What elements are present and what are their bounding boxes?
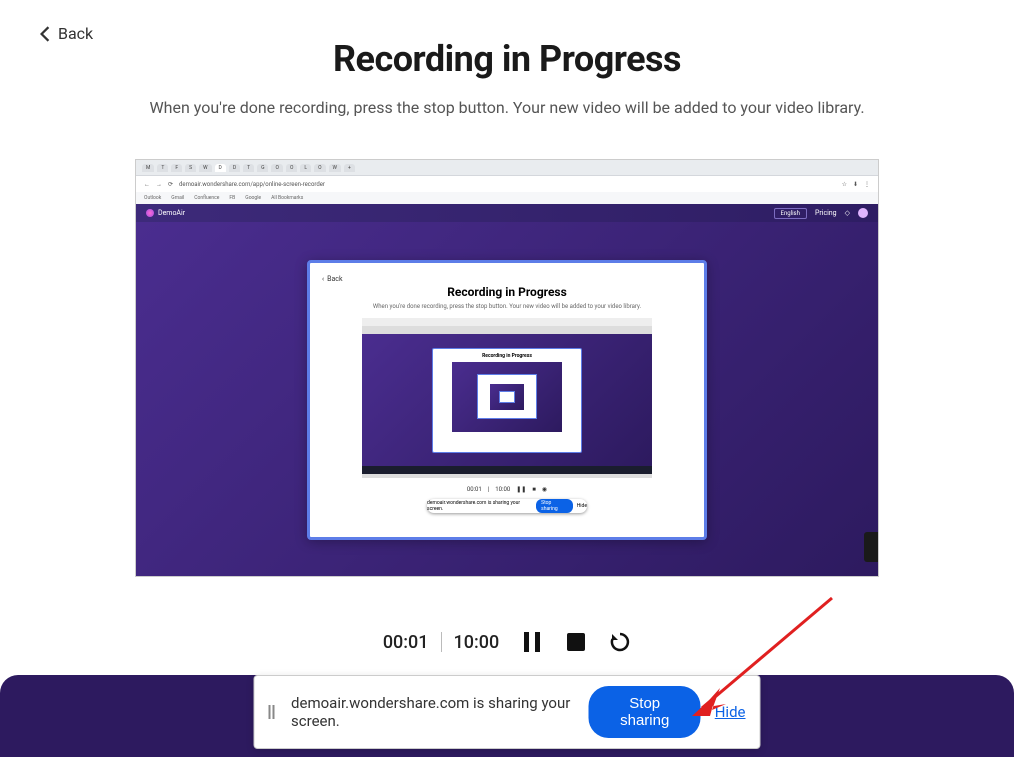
app-body: ‹Back Recording in Progress When you're … <box>136 222 878 577</box>
current-time: 00:01 <box>383 632 429 653</box>
page-subtitle: When you're done recording, press the st… <box>0 98 1014 117</box>
browser-url-bar: ←→⟳ demoair.wondershare.com/app/online-s… <box>136 176 878 192</box>
browser-bookmarks: OutlookGmailConfluenceFBGoogleAll Bookma… <box>136 192 878 204</box>
time-separator <box>441 632 442 652</box>
restart-button[interactable] <box>609 631 631 653</box>
hide-link[interactable]: Hide <box>715 703 746 721</box>
total-time: 10:00 <box>454 632 500 653</box>
app-logo-icon <box>146 209 154 217</box>
time-display: 00:01 10:00 <box>383 632 499 653</box>
screen-preview: MTFSWDDTGOOLOW+ ←→⟳ demoair.wondershare.… <box>135 159 879 577</box>
nested-title: Recording in Progress <box>322 285 692 299</box>
pause-icon <box>524 632 540 652</box>
app-header: DemoAir English Pricing ◇ <box>136 204 878 222</box>
nested-recording-card: ‹Back Recording in Progress When you're … <box>307 260 707 540</box>
sharing-indicator-icon <box>269 705 278 719</box>
nested-controls: 00:01|10:00 ❚❚■◉ <box>322 486 692 493</box>
nested-subtitle: When you're done recording, press the st… <box>322 303 692 310</box>
stop-button[interactable] <box>565 631 587 653</box>
pause-button[interactable] <box>521 631 543 653</box>
nested-back: ‹Back <box>322 275 692 283</box>
share-message: demoair.wondershare.com is sharing your … <box>291 694 575 730</box>
side-thumbnail <box>864 532 878 562</box>
pricing-link: Pricing <box>815 209 837 217</box>
stop-sharing-button[interactable]: Stop sharing <box>589 686 701 738</box>
back-button[interactable]: Back <box>40 24 93 43</box>
screen-share-dialog: demoair.wondershare.com is sharing your … <box>254 675 761 749</box>
language-select: English <box>774 208 807 219</box>
back-label: Back <box>58 24 93 43</box>
page-header: Recording in Progress When you're done r… <box>0 0 1014 117</box>
restart-icon <box>609 631 631 653</box>
stop-icon <box>567 633 585 651</box>
page-title: Recording in Progress <box>0 38 1014 80</box>
nested-preview: Recording in Progress <box>362 318 652 478</box>
browser-tabs: MTFSWDDTGOOLOW+ <box>136 160 878 176</box>
chevron-left-icon <box>40 26 50 42</box>
nested-share-pill: demoair.wondershare.com is sharing your … <box>427 499 587 513</box>
url-text: demoair.wondershare.com/app/online-scree… <box>179 181 836 188</box>
avatar <box>858 208 868 218</box>
app-name: DemoAir <box>158 209 185 217</box>
bell-icon: ◇ <box>845 209 850 217</box>
recording-controls: 00:01 10:00 <box>0 631 1014 653</box>
